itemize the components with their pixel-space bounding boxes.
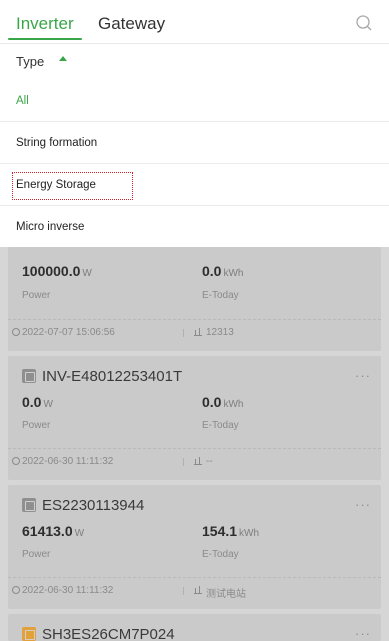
- sort-up-icon: [59, 56, 67, 61]
- divider: [183, 587, 184, 595]
- more-icon[interactable]: ···: [355, 368, 371, 383]
- device-icon: [22, 498, 36, 512]
- more-icon[interactable]: ···: [355, 497, 371, 512]
- power-value: 0.0 W: [22, 394, 53, 410]
- search-icon[interactable]: [355, 14, 373, 32]
- device-card[interactable]: 100000.0 W Power 0.0 kWh E-Today 2022-07-0…: [8, 247, 381, 351]
- timestamp: 2022-06-30 11:11:32: [22, 585, 114, 596]
- tab-gateway[interactable]: Gateway: [98, 14, 165, 34]
- more-icon[interactable]: ···: [355, 626, 371, 641]
- filter-option-label: String formation: [16, 137, 98, 149]
- plant-icon: [194, 586, 202, 594]
- device-name: INV-E48012253401T: [42, 368, 183, 385]
- plant-name: --: [206, 456, 213, 467]
- filter-option-all[interactable]: All: [0, 80, 389, 122]
- plant-icon: [194, 328, 202, 336]
- etoday-label: E-Today: [202, 549, 239, 560]
- device-card[interactable]: ES2230113944 ··· 61413.0 W Power 154.1 kWh…: [8, 485, 381, 609]
- filter-option-micro-inverse[interactable]: Micro inverse: [0, 206, 389, 248]
- timestamp: 2022-07-07 15:06:56: [22, 327, 115, 338]
- clock-icon: [12, 586, 20, 594]
- device-card[interactable]: INV-E48012253401T ··· 0.0 W Power 0.0 kWh …: [8, 356, 381, 480]
- device-list-overlay[interactable]: 100000.0 W Power 0.0 kWh E-Today 2022-07-0…: [0, 247, 389, 641]
- plant-name: 12313: [206, 327, 234, 338]
- power-value: 100000.0 W: [22, 263, 92, 279]
- device-icon: [22, 369, 36, 383]
- device-icon: [22, 627, 36, 641]
- type-filter-header[interactable]: Type: [0, 44, 389, 76]
- divider: [183, 458, 184, 466]
- device-card[interactable]: SH3ES26CM7P024 ···: [8, 614, 381, 641]
- device-meta-row: 2022-07-07 15:06:56 12313: [8, 319, 381, 345]
- etoday-label: E-Today: [202, 420, 239, 431]
- power-value: 61413.0 W: [22, 523, 85, 539]
- plant-name: 测试电站: [206, 589, 246, 600]
- device-name: ES2230113944: [42, 497, 145, 514]
- etoday-value: 0.0 kWh: [202, 263, 244, 279]
- type-filter-label: Type: [16, 54, 45, 69]
- plant-icon: [194, 457, 202, 465]
- clock-icon: [12, 328, 20, 336]
- timestamp: 2022-06-30 11:11:32: [22, 456, 114, 467]
- power-label: Power: [22, 290, 51, 301]
- device-meta-row: 2022-06-30 11:11:32 测试电站: [8, 577, 381, 603]
- power-label: Power: [22, 420, 51, 431]
- filter-option-label: All: [16, 95, 29, 107]
- device-name: SH3ES26CM7P024: [42, 626, 175, 641]
- etoday-value: 154.1 kWh: [202, 523, 260, 539]
- power-label: Power: [22, 549, 51, 560]
- device-meta-row: 2022-06-30 11:11:32 --: [8, 448, 381, 474]
- divider: [183, 329, 184, 337]
- active-tab-indicator: [8, 38, 82, 40]
- tab-inverter[interactable]: Inverter: [16, 14, 74, 34]
- filter-option-string-formation[interactable]: String formation: [0, 122, 389, 164]
- clock-icon: [12, 457, 20, 465]
- filter-option-energy-storage[interactable]: Energy Storage: [0, 164, 389, 206]
- top-tab-bar: Inverter Gateway: [0, 0, 389, 44]
- filter-option-label: Micro inverse: [16, 221, 85, 233]
- filter-option-label: Energy Storage: [16, 179, 96, 191]
- etoday-label: E-Today: [202, 290, 239, 301]
- etoday-value: 0.0 kWh: [202, 394, 244, 410]
